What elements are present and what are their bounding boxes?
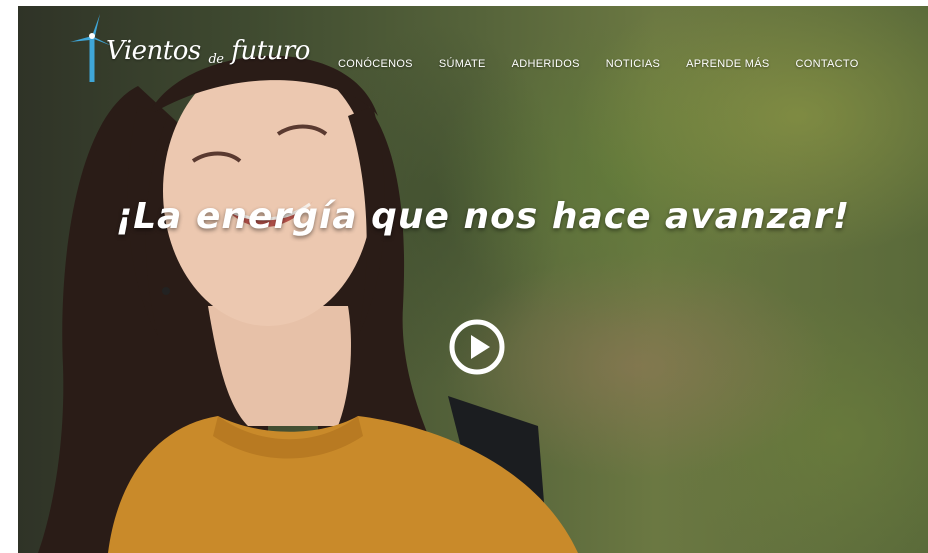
play-video-button[interactable] (448, 318, 506, 376)
logo-brand-tail: futuro (231, 36, 310, 66)
nav-item-noticias[interactable]: NOTICIAS (606, 58, 660, 70)
nav-item-aprende-mas[interactable]: APRENDE MÁS (686, 58, 769, 70)
nav-item-adheridos[interactable]: ADHERIDOS (512, 58, 580, 70)
hero-headline: ¡La energía que nos hace avanzar! (115, 196, 851, 237)
hero-person-image (38, 55, 578, 553)
hero-section: Vientos de futuro CONÓCENOS SÚMATE ADHER… (18, 6, 928, 553)
main-navigation: CONÓCENOS SÚMATE ADHERIDOS NOTICIAS APRE… (338, 58, 859, 70)
nav-item-sumate[interactable]: SÚMATE (439, 58, 486, 70)
play-circle-icon (449, 319, 505, 375)
nav-item-conocenos[interactable]: CONÓCENOS (338, 58, 413, 70)
site-logo[interactable]: Vientos de futuro (68, 12, 310, 82)
logo-brand-small: de (208, 52, 224, 67)
nav-item-contacto[interactable]: CONTACTO (796, 58, 859, 70)
logo-brand-main: Vientos (106, 36, 201, 66)
